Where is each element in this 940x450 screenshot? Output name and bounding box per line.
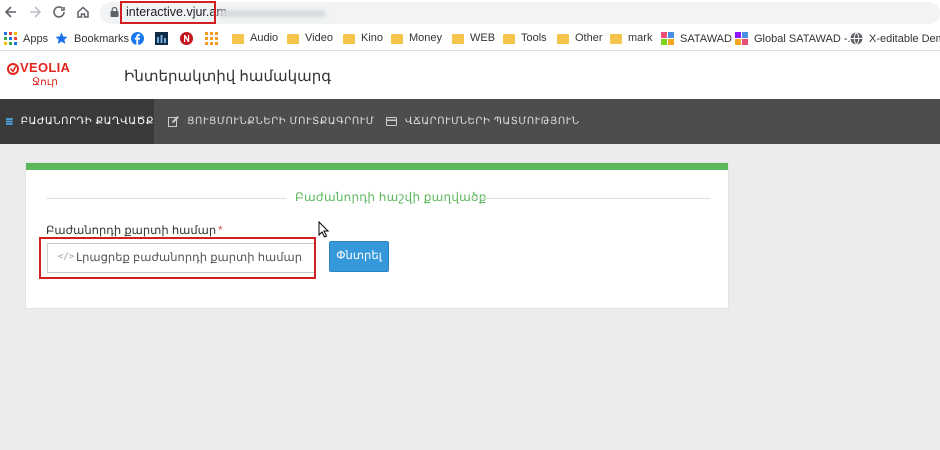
satawad-icon: [661, 32, 674, 45]
satawad-icon: [735, 32, 748, 45]
grid-icon: [205, 32, 218, 45]
facebook-icon: [131, 32, 144, 45]
bookmark-apps[interactable]: Apps: [4, 32, 48, 45]
folder-icon: [610, 33, 622, 44]
bookmark-global-satawad[interactable]: Global SATAWAD -...: [735, 32, 857, 45]
search-button[interactable]: Փնտրել: [329, 241, 389, 272]
bookmark-x-editable[interactable]: X-editable Demo: [850, 32, 940, 45]
nav-item-account-statement[interactable]: ԲԱԺԱՆՈՐԴԻ ՔԱՂՎԱԾՔ: [0, 99, 154, 144]
bookmark-site[interactable]: [155, 32, 174, 45]
bookmark-satawad[interactable]: SATAWAD: [661, 32, 732, 45]
folder-icon: [232, 33, 244, 44]
bookmarks-bar: Apps Bookmarks Audio Video Kino Money WE…: [0, 27, 940, 51]
lock-icon: [110, 7, 119, 17]
card-number-label: Բաժանորդի քարտի համար *: [46, 225, 223, 237]
back-arrow-icon[interactable]: [2, 4, 20, 22]
bookmark-video[interactable]: Video: [287, 32, 333, 44]
url-path-blurred: [218, 10, 326, 17]
card-legend: Բաժանորդի հաշվի քաղվածք: [295, 190, 487, 204]
input-highlight-box: [39, 237, 316, 279]
star-icon: [55, 32, 68, 44]
folder-icon: [503, 33, 515, 44]
bookmark-tools[interactable]: Tools: [503, 32, 547, 44]
veolia-logo[interactable]: VEOLIA Ջուր: [7, 60, 87, 91]
apps-grid-icon: [4, 32, 17, 45]
reload-icon[interactable]: [50, 4, 68, 22]
legend-divider-left: [46, 198, 286, 199]
bookmark-kino[interactable]: Kino: [343, 32, 383, 44]
bookmark-audio[interactable]: Audio: [232, 32, 278, 44]
address-bar[interactable]: interactive.vjur.am: [100, 2, 940, 24]
legend-divider-right: [470, 198, 710, 199]
main-navbar: ԲԱԺԱՆՈՐԴԻ ՔԱՂՎԱԾՔ ՑՈՒՑՄՈՒՆՔՆԵՐԻ ՄՈՒՏՔԱԳՐ…: [0, 99, 940, 144]
logo-subtitle: Ջուր: [32, 76, 58, 88]
site-header: VEOLIA Ջուր Ինտերակտիվ համակարգ: [0, 51, 940, 99]
folder-icon: [452, 33, 464, 44]
account-statement-card: Բաժանորդի հաշվի քաղվածք Բաժանորդի քարտի …: [25, 162, 729, 309]
browser-toolbar: interactive.vjur.am: [0, 0, 940, 27]
logo-word: VEOLIA: [20, 60, 71, 75]
required-mark: *: [218, 225, 223, 237]
nav-item-meter-readings[interactable]: ՑՈՒՑՄՈՒՆՔՆԵՐԻ ՄՈՒՏՔԱԳՐՈՒՄ: [168, 99, 374, 144]
bookmark-other[interactable]: Other: [557, 32, 603, 44]
bookmark-n[interactable]: [180, 32, 199, 45]
bookmark-web[interactable]: WEB: [452, 32, 495, 44]
folder-icon: [391, 33, 403, 44]
folder-icon: [557, 33, 569, 44]
bookmark-grid[interactable]: [205, 32, 224, 45]
site-title: Ինտերակտիվ համակարգ: [124, 68, 332, 85]
card-accent-bar: [26, 163, 728, 170]
edit-icon: [168, 116, 179, 127]
url-highlight-box: [120, 1, 216, 24]
globe-icon: [850, 32, 863, 45]
veolia-logo-icon: [7, 63, 19, 75]
credit-card-icon: [386, 117, 397, 126]
site-icon: [155, 32, 168, 45]
nav-item-payment-history[interactable]: ՎՃԱՐՈՒՄՆԵՐԻ ՊԱՏՄՈՒԹՅՈՒՆ: [386, 99, 580, 144]
bookmark-mark[interactable]: mark: [610, 32, 652, 44]
bookmark-bookmarks[interactable]: Bookmarks: [55, 32, 129, 45]
folder-icon: [287, 33, 299, 44]
n-icon: [180, 32, 193, 45]
bookmark-facebook[interactable]: [131, 32, 150, 45]
mouse-cursor-icon: [318, 221, 330, 238]
list-icon: [6, 118, 13, 125]
bookmark-money[interactable]: Money: [391, 32, 442, 44]
folder-icon: [343, 33, 355, 44]
home-icon[interactable]: [74, 4, 92, 22]
forward-arrow-icon[interactable]: [26, 4, 44, 22]
